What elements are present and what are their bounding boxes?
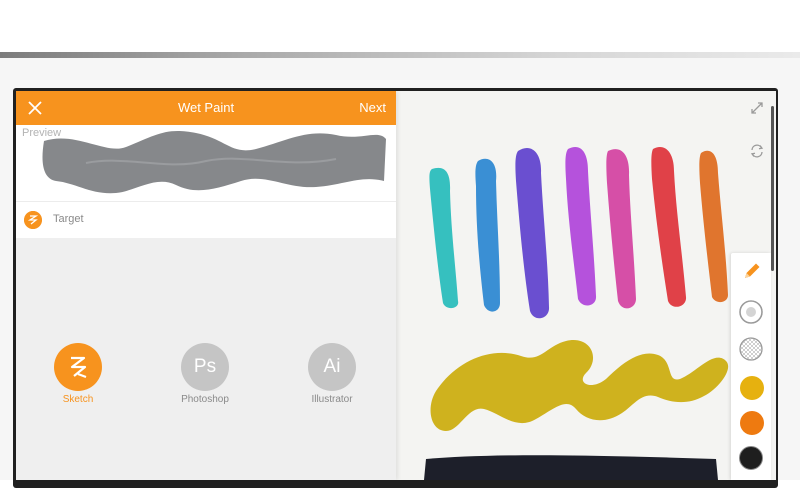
photoshop-icon: Ps <box>181 343 229 391</box>
paint-canvas[interactable] <box>396 91 776 480</box>
next-button[interactable]: Next <box>359 100 386 115</box>
app-label-illustrator: Illustrator <box>311 394 353 405</box>
swatch-orange[interactable] <box>740 411 764 435</box>
canvas-artwork <box>424 147 729 480</box>
sync-icon[interactable] <box>749 143 765 159</box>
paint-stroke-blue <box>475 158 500 312</box>
illustrator-icon: Ai <box>308 343 356 391</box>
paint-stroke-indigo <box>515 147 550 319</box>
app-screen: Wet Paint Next Preview Target Sketch Ps … <box>16 91 776 480</box>
paint-stroke-red <box>651 147 687 307</box>
paint-stroke-teal <box>429 167 459 309</box>
preview-area: Preview <box>16 125 396 201</box>
paint-stroke-pink <box>606 149 636 309</box>
swatch-black[interactable] <box>739 446 763 470</box>
app-illustrator[interactable]: Ai Illustrator <box>297 343 367 405</box>
app-label-photoshop: Photoshop <box>181 394 229 405</box>
app-photoshop[interactable]: Ps Photoshop <box>170 343 240 405</box>
pencil-icon[interactable] <box>740 259 764 283</box>
preview-stroke <box>42 130 386 194</box>
sketch-target-icon <box>24 211 42 229</box>
swatch-yellow[interactable] <box>740 376 764 400</box>
paint-stroke-purple <box>565 147 597 306</box>
target-row[interactable]: Target <box>16 201 396 238</box>
opacity-icon[interactable] <box>739 337 763 361</box>
app-sketch[interactable]: Sketch <box>43 343 113 405</box>
canvas-scrollbar[interactable] <box>771 106 774 271</box>
wet-paint-panel: Wet Paint Next Preview Target Sketch Ps … <box>16 91 396 480</box>
tool-palette <box>731 253 771 480</box>
panel-title: Wet Paint <box>177 100 235 115</box>
brush-size-icon[interactable] <box>739 300 763 324</box>
sketch-icon <box>54 343 102 391</box>
expand-icon[interactable] <box>750 101 764 115</box>
target-label: Target <box>53 213 84 225</box>
paint-stroke-orange <box>699 150 728 303</box>
top-margin <box>0 0 800 52</box>
panel-header: Wet Paint Next <box>16 91 396 125</box>
paint-stroke-yellow <box>430 340 729 431</box>
paint-stroke-black <box>424 455 718 480</box>
app-label-sketch: Sketch <box>62 394 94 405</box>
